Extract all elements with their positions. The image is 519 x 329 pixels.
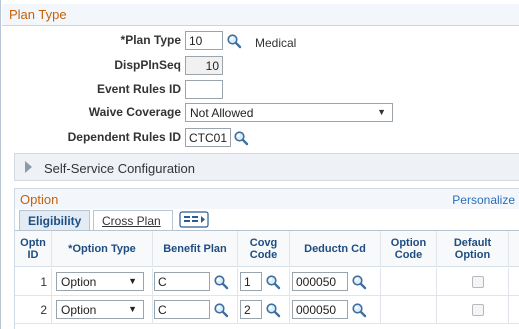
optn-id-value: 2 xyxy=(40,303,47,317)
personalize-link[interactable]: Personalize xyxy=(452,193,515,207)
benefit-plan-lookup-icon[interactable] xyxy=(213,274,229,290)
deductn-cd-input[interactable]: 000050 xyxy=(292,272,348,291)
col-divider xyxy=(436,296,437,324)
tab-cross-plan-label: Cross Plan xyxy=(102,214,161,228)
show-all-columns-icon[interactable] xyxy=(179,211,209,228)
table-row: 1 Option ▼ C 1 000050 xyxy=(15,268,519,296)
covg-code-input[interactable]: 1 xyxy=(240,272,262,291)
col-option-code[interactable]: Option Code xyxy=(381,231,437,267)
plan-type-description: Medical xyxy=(255,36,297,50)
benefit-plan-lookup-icon[interactable] xyxy=(213,302,229,318)
col-optn-id[interactable]: Optn ID xyxy=(15,231,52,267)
table-row: 2 Option ▼ C 2 000050 xyxy=(15,296,519,324)
col-divider xyxy=(436,268,437,296)
col-divider xyxy=(51,296,52,324)
deductn-cd-lookup-icon[interactable] xyxy=(351,274,367,290)
col-divider xyxy=(289,296,290,324)
option-type-select[interactable]: Option ▼ xyxy=(56,300,144,319)
expand-triangle-icon xyxy=(25,161,32,173)
col-divider xyxy=(508,268,509,296)
option-grid: Option Personalize Eligibility Cross Pla… xyxy=(14,188,519,329)
plan-type-label: *Plan Type xyxy=(120,33,181,47)
dependent-rules-input[interactable]: CTC01 xyxy=(185,128,231,147)
col-divider xyxy=(237,296,238,324)
deductn-cd-lookup-icon[interactable] xyxy=(351,302,367,318)
col-covg-code[interactable]: Covg Code xyxy=(238,231,290,267)
waive-coverage-label: Waive Coverage xyxy=(88,105,181,119)
default-option-checkbox[interactable] xyxy=(472,276,484,288)
grid-title: Option xyxy=(20,192,59,207)
waive-coverage-select[interactable]: Not Allowed ▼ xyxy=(185,103,393,122)
col-divider xyxy=(380,296,381,324)
col-benefit-plan[interactable]: Benefit Plan xyxy=(153,231,238,267)
dropdown-arrow-icon: ▼ xyxy=(377,107,386,117)
default-option-checkbox[interactable] xyxy=(472,304,484,316)
col-option-type[interactable]: *Option Type xyxy=(52,231,153,267)
covg-code-lookup-icon[interactable] xyxy=(265,302,281,318)
col-divider xyxy=(289,268,290,296)
plan-type-lookup-icon[interactable] xyxy=(226,33,242,49)
col-divider xyxy=(237,268,238,296)
option-type-value: Option xyxy=(61,303,97,317)
dependent-rules-label: Dependent Rules ID xyxy=(67,130,181,144)
disp-pln-seq-value: 10 xyxy=(185,56,223,75)
plan-type-section-header: Plan Type xyxy=(2,4,519,26)
benefit-plan-input[interactable]: C xyxy=(154,300,210,319)
self-service-configuration-toggle[interactable]: Self-Service Configuration xyxy=(14,153,519,181)
grid-header-row: Optn ID *Option Type Benefit Plan Covg C… xyxy=(15,230,519,267)
covg-code-input[interactable]: 2 xyxy=(240,300,262,319)
col-deductn-cd[interactable]: Deductn Cd xyxy=(290,231,381,267)
tab-cross-plan[interactable]: Cross Plan xyxy=(93,210,173,230)
benefit-plan-input[interactable]: C xyxy=(154,272,210,291)
optn-id-value: 1 xyxy=(40,275,47,289)
col-divider xyxy=(152,296,153,324)
col-divider xyxy=(152,268,153,296)
grid-title-bar: Option Personalize xyxy=(15,189,519,209)
dropdown-arrow-icon: ▼ xyxy=(128,276,137,286)
self-service-configuration-label: Self-Service Configuration xyxy=(44,161,196,176)
deductn-cd-input[interactable]: 000050 xyxy=(292,300,348,319)
covg-code-lookup-icon[interactable] xyxy=(265,274,281,290)
option-type-select[interactable]: Option ▼ xyxy=(56,272,144,291)
option-type-value: Option xyxy=(61,275,97,289)
tab-eligibility[interactable]: Eligibility xyxy=(19,210,90,230)
col-divider xyxy=(380,268,381,296)
waive-coverage-value: Not Allowed xyxy=(190,106,254,120)
plan-type-input[interactable]: 10 xyxy=(185,31,223,50)
dropdown-arrow-icon: ▼ xyxy=(128,304,137,314)
dependent-rules-lookup-icon[interactable] xyxy=(233,130,249,146)
disp-pln-seq-label: DispPlnSeq xyxy=(114,58,181,72)
event-rules-input[interactable] xyxy=(185,80,223,99)
col-divider xyxy=(508,296,509,324)
event-rules-label: Event Rules ID xyxy=(96,82,181,96)
page-frame: Plan Type *Plan Type 10 Medical DispPlnS… xyxy=(0,0,519,329)
col-default-option[interactable]: Default Option xyxy=(437,231,509,267)
section-title: Plan Type xyxy=(9,7,67,22)
col-divider xyxy=(51,268,52,296)
